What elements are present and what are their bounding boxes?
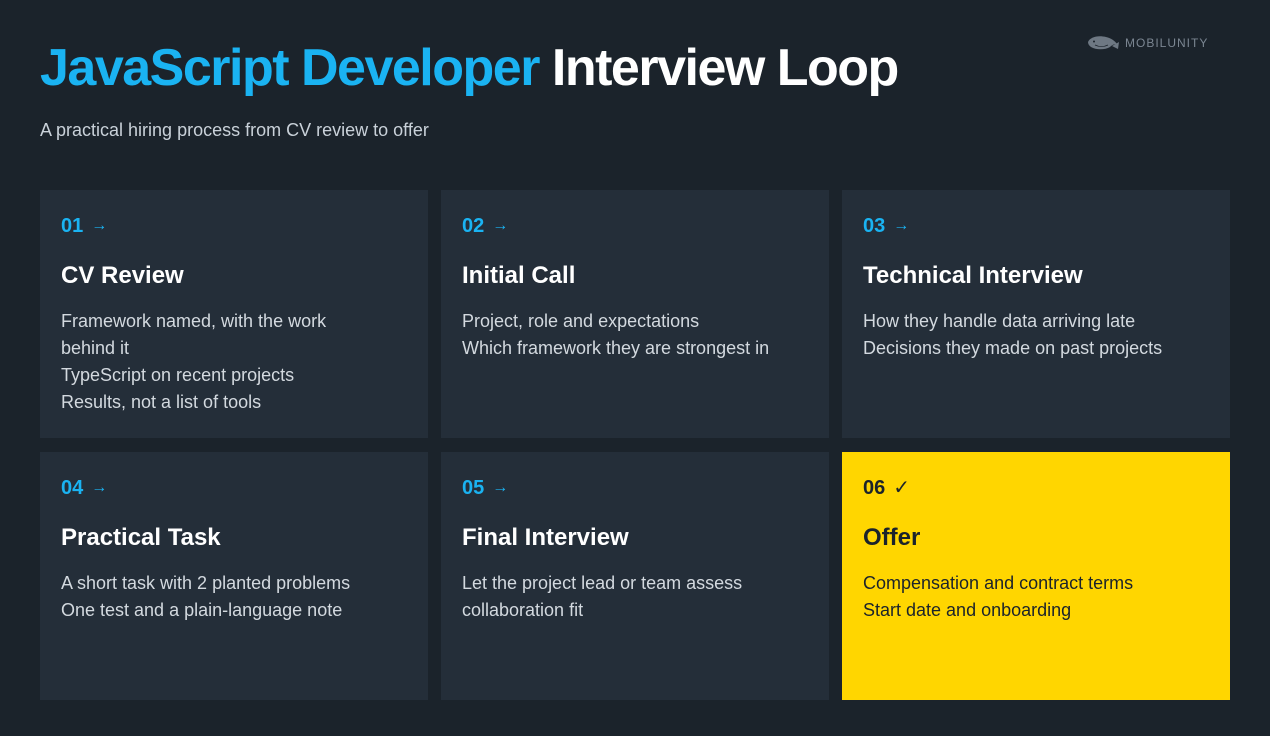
step-card-offer: 06 ✓ Offer Compensation and contract term… bbox=[842, 452, 1230, 700]
step-detail: A short task with 2 planted problems bbox=[61, 573, 351, 593]
step-card-cv-review: 01 → CV Review Framework named, with the … bbox=[40, 190, 428, 438]
title-rest: Interview Loop bbox=[551, 39, 899, 97]
steps-grid: 01 → CV Review Framework named, with the … bbox=[40, 190, 1230, 700]
arrow-right-icon: → bbox=[893, 217, 910, 234]
step-number-text: 02 bbox=[462, 214, 485, 237]
step-number-text: 06 bbox=[863, 476, 886, 499]
step-title: Offer bbox=[863, 524, 921, 551]
logo-text: MOBILUNITY bbox=[1125, 36, 1209, 50]
arrow-right-icon: → bbox=[492, 479, 509, 496]
step-card-initial-call: 02 → Initial Call Project, role and expec… bbox=[441, 190, 829, 438]
step-number-text: 05 bbox=[462, 476, 485, 499]
step-detail: Compensation and contract terms bbox=[863, 573, 1134, 593]
step-number: 04 → bbox=[61, 476, 407, 500]
step-details: Let the project lead or team assess coll… bbox=[462, 570, 782, 624]
step-number-text: 03 bbox=[863, 214, 886, 237]
step-details: How they handle data arriving late Decis… bbox=[863, 308, 1183, 362]
step-details: A short task with 2 planted problems One… bbox=[61, 570, 381, 624]
step-card-final-interview: 05 → Final Interview Let the project lead… bbox=[441, 452, 829, 700]
step-detail: Which framework they are strongest in bbox=[462, 338, 770, 358]
step-title: Initial Call bbox=[462, 262, 576, 289]
arrow-right-icon: → bbox=[91, 217, 108, 234]
step-detail: TypeScript on recent projects bbox=[61, 365, 295, 385]
step-details: Project, role and expectations Which fra… bbox=[462, 308, 782, 362]
step-title: CV Review bbox=[61, 262, 184, 289]
step-detail: How they handle data arriving late bbox=[863, 311, 1136, 331]
page-subtitle: A practical hiring process from CV revie… bbox=[40, 120, 429, 140]
step-detail: Decisions they made on past projects bbox=[863, 338, 1163, 358]
step-title: Final Interview bbox=[462, 524, 629, 551]
step-details: Framework named, with the work behind it… bbox=[61, 308, 381, 416]
step-detail: Start date and onboarding bbox=[863, 600, 1072, 620]
step-number-text: 01 bbox=[61, 214, 84, 237]
step-detail: Project, role and expectations bbox=[462, 311, 700, 331]
arrow-right-icon: → bbox=[91, 479, 108, 496]
step-card-technical-interview: 03 → Technical Interview How they handle … bbox=[842, 190, 1230, 438]
step-title: Technical Interview bbox=[863, 262, 1083, 289]
step-detail: One test and a plain-language note bbox=[61, 600, 343, 620]
arrow-right-icon: → bbox=[492, 217, 509, 234]
step-title: Practical Task bbox=[61, 524, 221, 551]
step-number: 02 → bbox=[462, 214, 808, 238]
page-title: JavaScript Developer Interview Loop bbox=[40, 36, 899, 100]
brand-logo: MOBILUNITY bbox=[1086, 33, 1208, 53]
step-detail: Let the project lead or team assess coll… bbox=[462, 573, 743, 620]
page: JavaScript Developer Interview Loop A pr… bbox=[0, 0, 1270, 736]
title-accent: JavaScript Developer bbox=[40, 39, 540, 97]
step-number-text: 04 bbox=[61, 476, 84, 499]
step-number: 01 → bbox=[61, 214, 407, 238]
whale-icon bbox=[1088, 36, 1119, 50]
step-details: Compensation and contract terms Start da… bbox=[863, 570, 1183, 624]
step-detail: Results, not a list of tools bbox=[61, 392, 262, 412]
step-card-practical-task: 04 → Practical Task A short task with 2 p… bbox=[40, 452, 428, 700]
checkmark-icon: ✓ bbox=[893, 477, 911, 499]
step-number: 05 → bbox=[462, 476, 808, 500]
step-number: 03 → bbox=[863, 214, 1209, 238]
step-detail: Framework named, with the work behind it bbox=[61, 311, 327, 358]
step-number: 06 ✓ bbox=[863, 476, 1209, 500]
